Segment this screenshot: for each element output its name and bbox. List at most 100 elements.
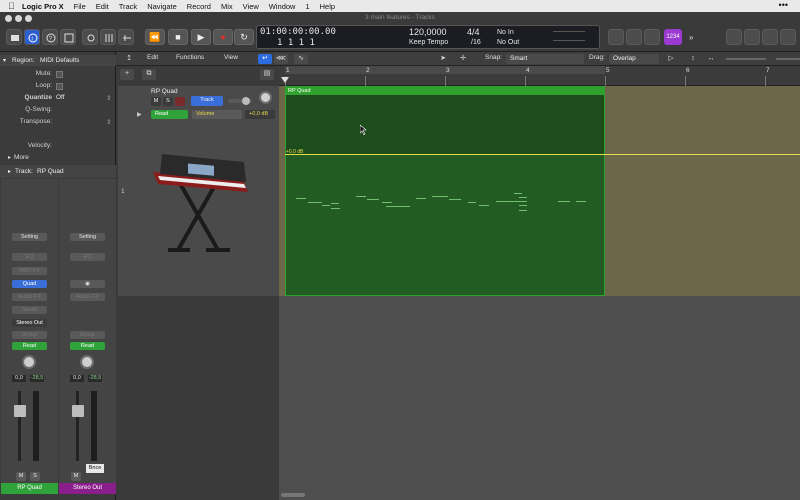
drag-dropdown[interactable]: Overlap [609, 54, 659, 64]
midi-note[interactable] [432, 196, 448, 197]
midi-note[interactable] [479, 205, 489, 206]
midi-note[interactable] [519, 205, 527, 206]
inspector-icon[interactable]: i [24, 29, 40, 45]
midi-note[interactable] [576, 201, 586, 202]
vertical-zoom-icon[interactable]: ↕ [686, 54, 700, 64]
midi-note[interactable] [519, 210, 527, 211]
mute-checkbox[interactable] [56, 71, 63, 78]
mixer-icon[interactable] [100, 29, 116, 45]
duplicate-track-icon[interactable]: ⧉ [142, 69, 156, 80]
midi-region[interactable]: RP Quad [285, 86, 605, 296]
track-mute-button[interactable]: M [151, 97, 161, 106]
pan-knob[interactable] [80, 355, 94, 369]
eq-button[interactable]: EQ [70, 253, 105, 261]
automation-value[interactable]: +0,0 dB [245, 110, 275, 119]
midi-note[interactable] [308, 202, 322, 203]
global-tracks-icon[interactable]: ▤ [260, 69, 274, 80]
midi-note[interactable] [331, 208, 340, 209]
quick-help-icon[interactable]: ? [42, 29, 58, 45]
more-label[interactable]: More [14, 154, 29, 161]
view-menu[interactable]: View [224, 54, 238, 61]
menu-mix[interactable]: Mix [221, 2, 233, 11]
mute-button[interactable]: M [16, 472, 26, 481]
track-button[interactable]: Track [191, 96, 223, 106]
track-header-row[interactable]: ▸ Track: RP Quad [0, 165, 116, 178]
track-pan-knob[interactable] [259, 91, 272, 104]
automation-parameter[interactable]: Volume [192, 110, 242, 119]
mute-button[interactable]: M [71, 472, 81, 481]
cycle-button[interactable]: ↻ [234, 29, 254, 45]
browsers-icon[interactable] [780, 29, 796, 45]
link-eye-icon[interactable]: ◉ [70, 280, 105, 288]
snap-dropdown[interactable]: Smart [506, 54, 584, 64]
note-pad-icon[interactable] [744, 29, 760, 45]
vertical-zoom-slider[interactable] [726, 58, 766, 60]
quantize-value[interactable]: Off [56, 94, 65, 101]
midi-note[interactable] [331, 203, 339, 204]
edit-menu[interactable]: Edit [147, 54, 158, 61]
menu-app-name[interactable]: Logic Pro X [22, 2, 64, 11]
midi-note[interactable] [367, 199, 379, 200]
midi-fx-button[interactable]: MIDI FX [12, 267, 47, 275]
more-row[interactable]: ▸ More [0, 153, 116, 165]
midi-note[interactable] [514, 193, 522, 194]
midi-note[interactable] [468, 202, 476, 203]
track-solo-button[interactable]: S [163, 97, 173, 106]
output-slot[interactable]: Stereo Out [12, 319, 47, 327]
editors-icon[interactable] [118, 29, 134, 45]
midi-note[interactable] [386, 206, 410, 207]
midi-note[interactable] [519, 197, 527, 198]
pointer-tool-icon[interactable]: ➤ [436, 54, 450, 64]
horizontal-zoom-slider[interactable] [776, 58, 800, 60]
cycle-area[interactable] [285, 66, 605, 74]
play-button[interactable]: ▶ [191, 29, 211, 45]
setting-button[interactable]: Setting [12, 233, 47, 241]
transpose-row[interactable]: Transpose: ⇕ [0, 117, 116, 129]
menu-window[interactable]: Window [269, 2, 296, 11]
track-name[interactable]: RP Quad [151, 88, 178, 95]
region-name[interactable]: RP Quad [286, 87, 604, 95]
loop-browser-icon[interactable] [762, 29, 778, 45]
automation-icon[interactable]: ∿ [294, 54, 308, 64]
midi-note[interactable] [558, 201, 570, 202]
midi-note[interactable] [449, 199, 461, 200]
flex-icon[interactable]: ⋘ [274, 54, 288, 64]
midi-note[interactable] [322, 205, 330, 206]
midi-note[interactable] [356, 196, 366, 197]
volume-fader-track[interactable] [76, 391, 79, 461]
more-tools-icon[interactable]: » [686, 29, 702, 45]
menu-view[interactable]: View [243, 2, 259, 11]
volume-fader-track[interactable] [18, 391, 21, 461]
region-header[interactable]: ▾ Region: MIDI Defaults [0, 55, 116, 66]
metronome-icon[interactable] [626, 29, 642, 45]
group-slot[interactable]: Group [70, 331, 105, 339]
smart-controls-icon[interactable] [82, 29, 98, 45]
midi-note[interactable] [382, 202, 392, 203]
automation-mode[interactable]: Read [70, 342, 105, 350]
add-track-icon[interactable]: + [120, 69, 134, 80]
record-enable-button[interactable] [175, 97, 185, 106]
count-in-icon[interactable] [608, 29, 624, 45]
playhead-icon[interactable] [281, 77, 289, 83]
region-automation-area[interactable] [286, 155, 604, 295]
eq-button[interactable]: EQ [12, 253, 47, 261]
midi-note[interactable] [296, 198, 306, 199]
menu-track[interactable]: Track [119, 2, 137, 11]
group-slot[interactable]: Group [12, 331, 47, 339]
stepper-icon[interactable]: ⇕ [106, 118, 111, 126]
volume-fader-cap[interactable] [14, 405, 26, 417]
menu-record[interactable]: Record [187, 2, 211, 11]
horizontal-scrollbar[interactable] [281, 493, 305, 497]
volume-fader-cap[interactable] [72, 405, 84, 417]
solo-button[interactable]: S [30, 472, 40, 481]
menu-help[interactable]: Help [320, 2, 335, 11]
more-menu-icon[interactable]: ••• [779, 0, 788, 10]
audio-fx-button[interactable]: Audio FX [70, 293, 105, 301]
toolbar-icon[interactable] [60, 29, 76, 45]
audio-fx-button[interactable]: Audio FX [12, 293, 47, 301]
track-automation-mode[interactable]: Read [151, 110, 188, 119]
functions-menu[interactable]: Functions [176, 54, 204, 61]
stop-button[interactable]: ■ [168, 29, 188, 45]
loop-checkbox[interactable] [56, 83, 63, 90]
quantize-row[interactable]: Quantize Off ⇕ [0, 93, 116, 105]
